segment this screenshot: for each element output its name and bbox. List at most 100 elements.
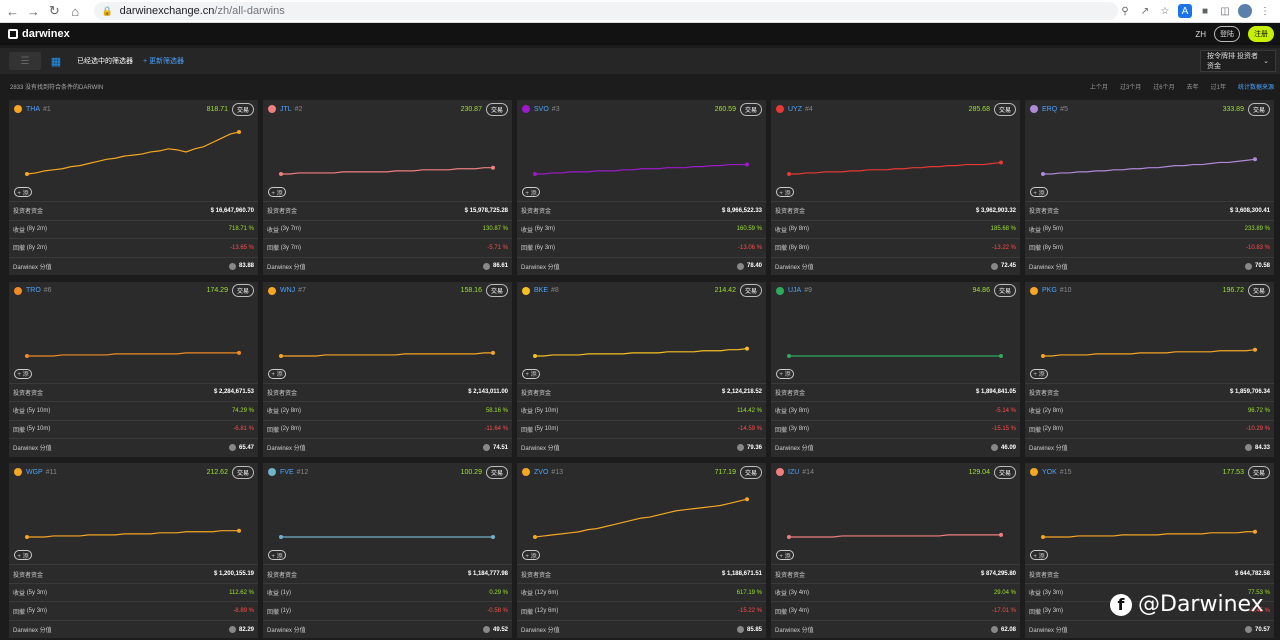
back-icon[interactable]: ← — [4, 2, 21, 20]
trade-button[interactable]: 交易 — [231, 284, 254, 298]
trade-button[interactable]: 交易 — [485, 284, 508, 298]
ticker[interactable]: JTL — [280, 106, 292, 113]
ticker[interactable]: UJA — [788, 287, 801, 294]
investor-funds-label: 投资者资金 — [13, 572, 44, 579]
profile-icon[interactable] — [1238, 4, 1252, 18]
period-option[interactable]: 过1年 — [1211, 82, 1226, 91]
drawdown-period: (5y 10m) — [534, 426, 559, 433]
ticker[interactable]: BKE — [534, 287, 548, 294]
register-button[interactable]: 注册 — [1248, 26, 1274, 42]
grid-view-icon[interactable]: ▦ — [49, 54, 63, 68]
darwin-card[interactable]: TRO #6 174.29 交易 + 添 投资者资金 $ 2,284,671.5… — [9, 281, 258, 457]
lock-icon[interactable]: 🔒 — [102, 6, 113, 16]
return-label: 收益 — [267, 591, 280, 598]
trade-button[interactable]: 交易 — [739, 465, 762, 479]
ticker[interactable]: THA — [26, 106, 40, 113]
ticker[interactable]: SVO — [534, 106, 549, 113]
darwin-card[interactable]: SVO #3 260.59 交易 + 添 投资者资金 $ 8,966,522.3… — [517, 100, 766, 275]
return-value: 160.59 % — [736, 226, 762, 233]
ticker[interactable]: FVE — [280, 469, 294, 476]
rank: #8 — [551, 287, 559, 295]
forward-icon[interactable]: → — [25, 2, 42, 20]
trade-button[interactable]: 交易 — [1247, 465, 1270, 479]
trade-button[interactable]: 交易 — [993, 465, 1016, 479]
drawdown-label: 回撤 — [775, 609, 788, 616]
sidebar-icon[interactable]: ◫ — [1218, 4, 1232, 18]
address-bar[interactable]: 🔒 darwinexchange.cn /zh/all-darwins — [93, 2, 1118, 20]
darwin-card[interactable]: ERQ #5 333.89 交易 + 添 投资者资金 $ 3,608,300.4… — [1025, 100, 1274, 275]
trade-button[interactable]: 交易 — [231, 102, 254, 116]
login-button[interactable]: 登陆 — [1214, 26, 1240, 42]
ticker[interactable]: PKG — [1042, 287, 1057, 294]
trade-button[interactable]: 交易 — [485, 102, 508, 116]
return-row: 收益 (5y 10m) 114.42 % — [517, 401, 766, 420]
trade-button[interactable]: 交易 — [993, 102, 1016, 116]
investor-funds-label: 投资者资金 — [775, 209, 806, 216]
darwin-card[interactable]: JTL #2 230.87 交易 + 添 投资者资金 $ 15,978,725.… — [263, 100, 512, 275]
extensions-icon[interactable]: ■ — [1198, 4, 1212, 18]
drawdown-period: (1y) — [280, 608, 292, 615]
performance-chart — [1041, 347, 1257, 358]
darwin-card[interactable]: UYZ #4 285.68 交易 + 添 投资者资金 $ 3,962,903.3… — [771, 100, 1020, 275]
card-stats: 投资者资金 $ 874,295.80 收益 (3y 4m) 29.04 % 回撤… — [771, 564, 1020, 638]
darwinex-logo[interactable]: darwinex — [8, 28, 70, 40]
language-selector[interactable]: ZH — [1195, 30, 1206, 39]
share-icon[interactable]: ↗ — [1138, 4, 1152, 18]
performance-line — [1043, 531, 1255, 538]
darwin-card[interactable]: FVE #12 100.29 交易 + 添 投资者资金 $ 1,184,777.… — [263, 463, 512, 639]
trade-button[interactable]: 交易 — [1247, 102, 1270, 116]
trade-button[interactable]: 交易 — [739, 102, 762, 116]
star-icon[interactable]: ☆ — [1158, 4, 1172, 18]
trade-button[interactable]: 交易 — [231, 465, 254, 479]
zoom-icon[interactable]: ⚲ — [1118, 4, 1132, 18]
card-stats: 投资者资金 $ 8,966,522.33 收益 (6y 3m) 160.59 %… — [517, 201, 766, 275]
period-option[interactable]: 上个月 — [1090, 82, 1108, 91]
darwin-card[interactable]: THA #1 818.71 交易 + 添 投资者资金 $ 16,647,960.… — [9, 100, 258, 275]
reload-icon[interactable]: ↻ — [46, 2, 63, 20]
selected-filters-title: 已经选中的筛选器 — [77, 58, 133, 65]
period-option[interactable]: 统计数据来源 — [1238, 82, 1274, 91]
ticker[interactable]: WGP — [26, 469, 43, 476]
card-header: IZU #14 129.04 交易 — [771, 463, 1020, 481]
trade-button[interactable]: 交易 — [739, 284, 762, 298]
end-point — [1253, 157, 1257, 162]
darwin-card[interactable]: WGP #11 212.62 交易 + 添 投资者资金 $ 1,200,155.… — [9, 463, 258, 639]
period-option[interactable]: 过3个月 — [1120, 82, 1141, 91]
trade-button[interactable]: 交易 — [993, 284, 1016, 298]
ticker[interactable]: ZVO — [534, 469, 548, 476]
score-icon — [482, 444, 490, 452]
return-label: 收益 — [775, 409, 788, 416]
period-option[interactable]: 过6个月 — [1153, 82, 1174, 91]
return-label: 收益 — [13, 227, 26, 234]
darwin-card[interactable]: ZVO #13 717.19 交易 + 添 投资者资金 $ 1,188,671.… — [517, 463, 766, 639]
return-label: 收益 — [267, 227, 280, 234]
start-point — [787, 172, 791, 176]
home-icon[interactable]: ⌂ — [67, 2, 84, 20]
sort-select[interactable]: 按令牌排 投资者资金 ⌄ — [1200, 50, 1276, 72]
drawdown-value: -10.83 % — [1245, 244, 1270, 251]
ticker[interactable]: YOK — [1042, 469, 1057, 476]
ticker[interactable]: TRO — [26, 287, 41, 294]
update-filter-link[interactable]: + 更新筛选器 — [143, 56, 184, 66]
ticker[interactable]: UYZ — [788, 106, 802, 113]
trade-button[interactable]: 交易 — [1247, 284, 1270, 298]
score-value: 65.47 — [238, 444, 254, 451]
menu-icon[interactable]: ⋮ — [1258, 4, 1272, 18]
darwin-card[interactable]: WNJ #7 158.16 交易 + 添 投资者资金 $ 2,143,011.0… — [263, 281, 512, 457]
ticker[interactable]: IZU — [788, 469, 799, 476]
ticker[interactable]: ERQ — [1042, 106, 1057, 113]
darwin-card[interactable]: BKE #8 214.42 交易 + 添 投资者资金 $ 2,124,218.5… — [517, 281, 766, 457]
darwin-card[interactable]: UJA #9 94.86 交易 + 添 投资者资金 $ 1,894,841.05… — [771, 281, 1020, 457]
drawdown-row: 回撤 (8y 5m) -10.83 % — [1025, 238, 1274, 257]
trade-button[interactable]: 交易 — [485, 465, 508, 479]
translate-icon[interactable]: A — [1178, 4, 1192, 18]
list-view-icon[interactable]: ☰ — [9, 52, 41, 70]
color-dot — [1030, 105, 1038, 113]
darwin-card[interactable]: PKG #10 196.72 交易 + 添 投资者资金 $ 1,859,706.… — [1025, 281, 1274, 457]
darwin-card[interactable]: IZU #14 129.04 交易 + 添 投资者资金 $ 874,295.80… — [771, 463, 1020, 639]
site-header: darwinex ZH 登陆 注册 — [0, 23, 1280, 45]
period-option[interactable]: 去年 — [1187, 82, 1199, 91]
rank: #13 — [551, 468, 564, 476]
ticker[interactable]: WNJ — [280, 287, 295, 294]
score-value: 84.33 — [1254, 444, 1270, 451]
